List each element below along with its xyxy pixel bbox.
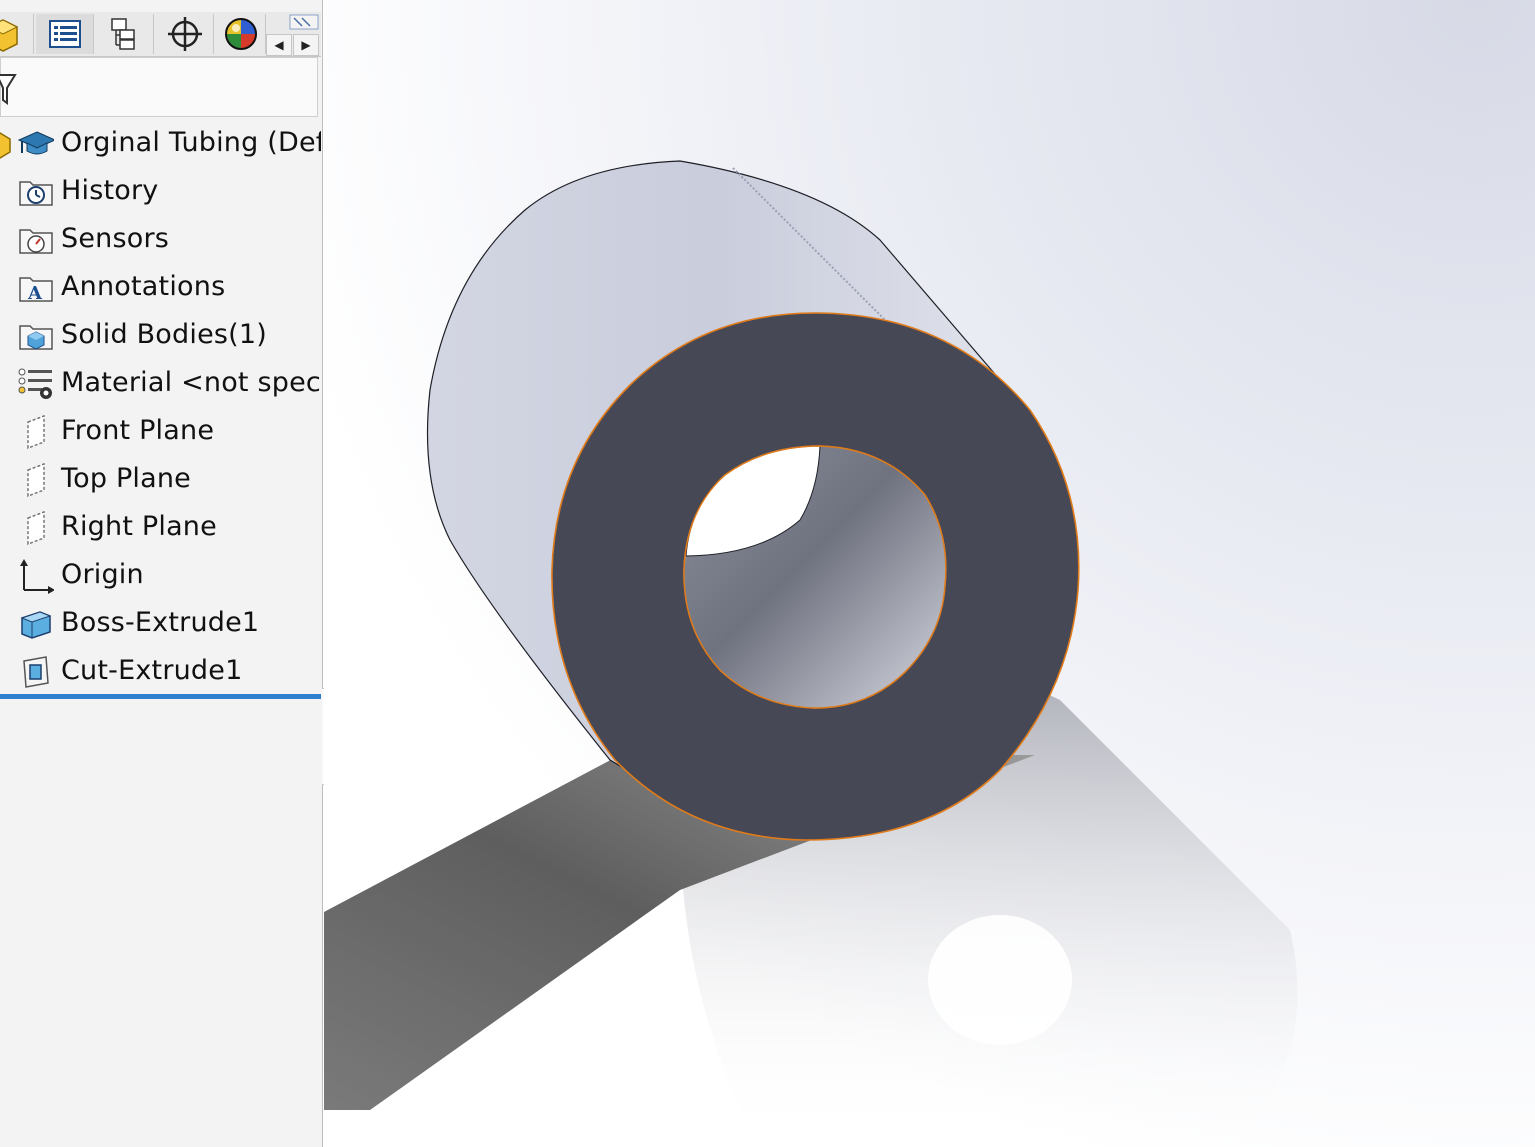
solid-bodies-icon (18, 320, 54, 352)
annotations-icon: A (18, 272, 54, 304)
tree-item-material[interactable]: Material <not speci (0, 360, 321, 408)
tree-item-solid-bodies[interactable]: Solid Bodies(1) (0, 312, 321, 360)
tree-item-front-plane[interactable]: Front Plane (0, 408, 321, 456)
tree-item-origin[interactable]: Origin (0, 552, 321, 600)
configuration-icon (110, 18, 135, 50)
tree-item-label: Annotations (61, 271, 226, 302)
filter-icon (0, 74, 17, 105)
tree-item-label: Cut-Extrude1 (61, 655, 243, 686)
crosshair-icon (167, 17, 202, 51)
tree-item-label: Front Plane (61, 415, 215, 446)
tree-item-boss-extrude1[interactable]: Boss-Extrude1 (0, 600, 321, 648)
property-list-icon (48, 20, 81, 48)
expand-pane-icon[interactable] (288, 12, 320, 32)
material-icon (18, 368, 54, 400)
tree-item-label: Boss-Extrude1 (61, 607, 260, 638)
tree-item-history[interactable]: History (0, 168, 321, 216)
tree-item-cut-extrude1[interactable]: Cut-Extrude1 (0, 648, 321, 696)
configuration-manager-tab[interactable] (96, 14, 154, 54)
tree-item-label: Solid Bodies(1) (61, 319, 267, 350)
feature-manager-pane: ◀ ▶ Orginal Tubing (Def History Sensors … (0, 0, 323, 1147)
tree-item-annotations[interactable]: A Annotations (0, 264, 321, 312)
tree-item-sensors[interactable]: Sensors (0, 216, 321, 264)
display-manager-tab[interactable] (216, 14, 266, 54)
property-manager-tab[interactable] (36, 14, 94, 54)
part-icon (0, 132, 11, 159)
plane-icon (18, 510, 54, 546)
tree-item-label: Material <not speci (61, 367, 321, 398)
feature-manager-tab[interactable] (0, 14, 34, 54)
tree-root[interactable]: Orginal Tubing (Def (0, 120, 321, 168)
rollback-bar[interactable] (0, 694, 321, 699)
plane-icon (18, 414, 54, 450)
tree-item-right-plane[interactable]: Right Plane (0, 504, 321, 552)
dimxpert-manager-tab[interactable] (156, 14, 214, 54)
tree-item-label: Right Plane (61, 511, 217, 542)
tree-item-label: Sensors (61, 223, 170, 254)
part-icon (0, 19, 18, 52)
svg-text:A: A (27, 283, 43, 303)
tree-item-label: Top Plane (61, 463, 191, 494)
part-graduation-icon (18, 128, 54, 160)
tree-item-label: History (61, 175, 159, 206)
tab-scroll-right[interactable]: ▶ (293, 34, 319, 56)
chevron-left-icon: ◀ (274, 38, 284, 52)
boss-extrude-icon (18, 608, 54, 640)
graphics-viewport[interactable] (324, 0, 1535, 1147)
sensors-icon (18, 224, 54, 256)
tree-item-label: Origin (61, 559, 144, 590)
chevron-right-icon: ▶ (301, 38, 311, 52)
cut-extrude-icon (18, 656, 54, 688)
color-sphere-icon (224, 18, 257, 50)
tab-scroll-left[interactable]: ◀ (266, 34, 292, 56)
tree-item-top-plane[interactable]: Top Plane (0, 456, 321, 504)
manager-tab-bar: ◀ ▶ (0, 12, 321, 57)
tree-filter-box[interactable] (0, 57, 318, 117)
plane-icon (18, 462, 54, 498)
reflection-hole (928, 915, 1072, 1045)
origin-icon (18, 559, 54, 594)
history-icon (18, 176, 54, 208)
tube-model-view (324, 160, 1298, 1147)
tree-root-label: Orginal Tubing (Def (61, 127, 321, 158)
